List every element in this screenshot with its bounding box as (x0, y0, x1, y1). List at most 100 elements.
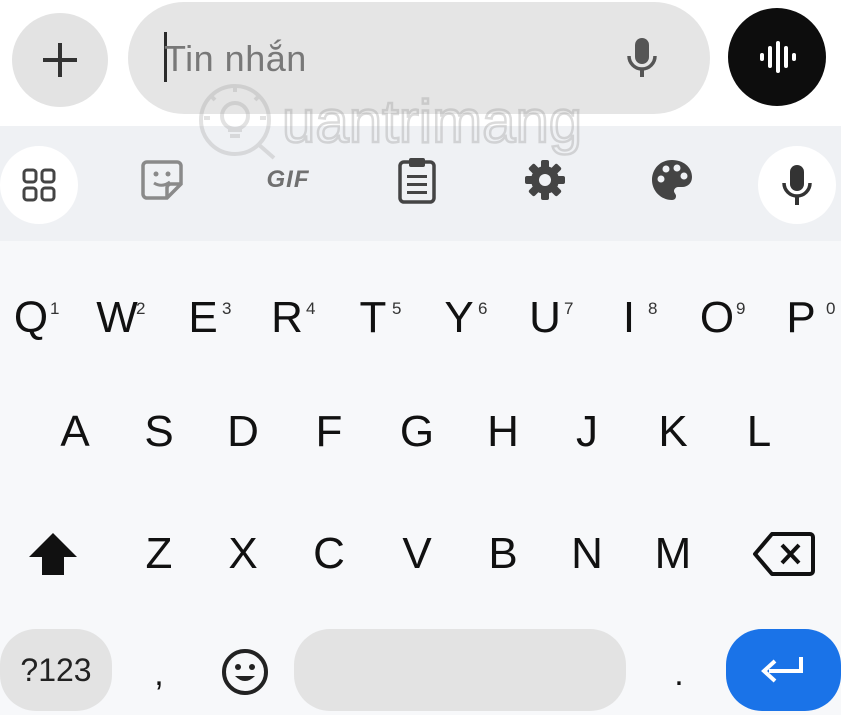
key-label: S (144, 407, 174, 456)
key-j[interactable]: J (556, 387, 618, 477)
key-label: V (402, 529, 432, 578)
key-c[interactable]: C (298, 509, 360, 599)
key-label: X (228, 529, 258, 578)
microphone-icon[interactable] (618, 34, 666, 82)
key-n[interactable]: N (556, 509, 618, 599)
sticker-icon (141, 160, 183, 200)
key-label: I (622, 293, 636, 342)
microphone-icon (782, 165, 812, 205)
key-x[interactable]: X (212, 509, 274, 599)
palette-icon (652, 160, 692, 200)
enter-key[interactable] (726, 629, 841, 711)
settings-button[interactable] (510, 145, 580, 215)
key-f[interactable]: F (298, 387, 360, 477)
key-s[interactable]: S (128, 387, 190, 477)
key-hint: 0 (826, 299, 836, 318)
key-g[interactable]: G (386, 387, 448, 477)
keyboard: Q 1 W 2 E 3 R 4 T 5 Y 6 U 7 I 8 O 9 P 0 … (0, 241, 841, 711)
plus-icon (43, 43, 77, 77)
message-input[interactable]: Tin nhắn (128, 2, 710, 114)
backspace-key[interactable] (744, 509, 824, 599)
symbols-label: ?123 (20, 651, 92, 688)
key-hint: 9 (736, 299, 746, 318)
key-label: A (60, 407, 90, 456)
key-a[interactable]: A (44, 387, 106, 477)
clipboard-button[interactable] (382, 145, 452, 215)
key-label: Y (444, 293, 474, 342)
key-hint: 2 (136, 299, 146, 318)
theme-button[interactable] (637, 145, 707, 215)
clipboard-icon (398, 158, 436, 204)
gif-label: GIF (266, 166, 310, 193)
gear-icon (525, 160, 565, 200)
key-v[interactable]: V (386, 509, 448, 599)
emoji-key[interactable] (210, 633, 280, 711)
voice-input-button[interactable] (728, 8, 826, 106)
key-o[interactable]: O 9 (686, 273, 748, 363)
key-label: Z (145, 529, 173, 578)
key-label: M (654, 529, 692, 578)
key-label: N (571, 529, 603, 578)
key-label: G (399, 407, 435, 456)
key-label: T (359, 293, 387, 342)
backspace-icon (753, 532, 815, 576)
period-key[interactable]: . (648, 633, 710, 715)
key-label: K (658, 407, 688, 456)
sticker-button[interactable] (128, 145, 198, 215)
key-d[interactable]: D (212, 387, 274, 477)
emoji-icon (222, 649, 268, 695)
key-label: H (487, 407, 519, 456)
key-y[interactable]: Y 6 (428, 273, 490, 363)
key-label: F (315, 407, 343, 456)
enter-return-icon (760, 657, 803, 683)
key-hint: 8 (648, 299, 658, 318)
key-label: L (746, 407, 772, 456)
key-t[interactable]: T 5 (342, 273, 404, 363)
add-attachment-button[interactable] (12, 13, 108, 107)
key-label: P (786, 293, 816, 342)
key-w[interactable]: W 2 (86, 273, 148, 363)
symbols-key[interactable]: ?123 (0, 629, 112, 711)
key-hint: 6 (478, 299, 488, 318)
keyboard-toolbar: GIF (0, 126, 841, 241)
period-label: . (674, 654, 684, 693)
key-i[interactable]: I 8 (598, 273, 660, 363)
apps-grid-icon (22, 168, 56, 202)
key-h[interactable]: H (472, 387, 534, 477)
key-hint: 7 (564, 299, 574, 318)
key-k[interactable]: K (642, 387, 704, 477)
key-label: D (227, 407, 259, 456)
key-label: O (699, 293, 735, 342)
shift-key[interactable] (20, 509, 86, 599)
key-label: C (313, 529, 345, 578)
key-label: B (488, 529, 518, 578)
key-e[interactable]: E 3 (172, 273, 234, 363)
key-label: R (271, 293, 303, 342)
key-label: W (96, 293, 138, 342)
key-u[interactable]: U 7 (514, 273, 576, 363)
gif-button[interactable]: GIF (253, 145, 323, 215)
key-hint: 5 (392, 299, 402, 318)
space-bar[interactable] (294, 629, 626, 711)
key-label: U (529, 293, 561, 342)
key-r[interactable]: R 4 (256, 273, 318, 363)
apps-button[interactable] (0, 146, 78, 224)
key-m[interactable]: M (642, 509, 704, 599)
key-hint: 3 (222, 299, 232, 318)
message-placeholder: Tin nhắn (164, 38, 307, 79)
compose-bar: Tin nhắn (0, 0, 841, 126)
voice-typing-button[interactable] (758, 146, 836, 224)
comma-key[interactable]: , (128, 633, 190, 715)
key-hint: 4 (306, 299, 316, 318)
key-p[interactable]: P 0 (770, 273, 836, 363)
key-hint: 1 (50, 299, 60, 318)
key-label: J (576, 407, 598, 456)
key-l[interactable]: L (728, 387, 790, 477)
voice-waveform-icon (760, 41, 796, 73)
key-z[interactable]: Z (128, 509, 190, 599)
shift-arrow-icon (29, 533, 77, 575)
key-label: E (188, 293, 218, 342)
key-b[interactable]: B (472, 509, 534, 599)
key-q[interactable]: Q 1 (0, 273, 62, 363)
comma-label: , (154, 654, 164, 693)
